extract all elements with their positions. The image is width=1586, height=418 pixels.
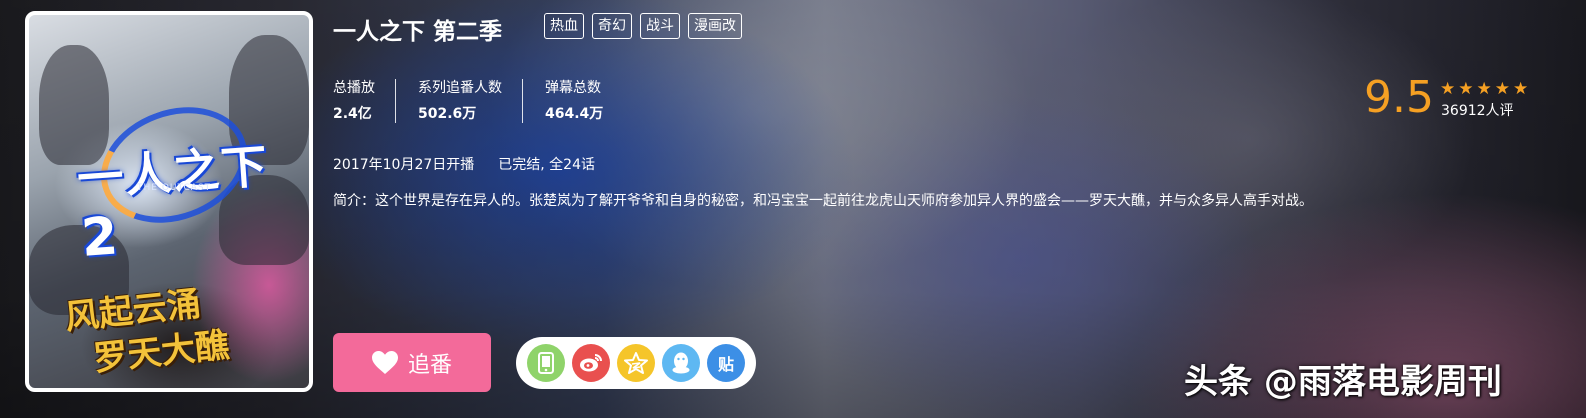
star-icon: ★ — [1458, 79, 1474, 99]
poster-logo-subtitle: THE OUTCAST — [137, 183, 212, 193]
rating-count: 36912人评 — [1441, 103, 1514, 119]
release-info: 2017年10月27日开播 已完结, 全24话 — [333, 154, 595, 174]
qq-icon[interactable] — [662, 344, 700, 382]
genre-tag[interactable]: 奇幻 — [592, 13, 632, 39]
star-icon: ★ — [1440, 79, 1456, 99]
tag-list: 热血 奇幻 战斗 漫画改 — [544, 13, 742, 39]
rating-score: 9.5 — [1364, 72, 1434, 123]
poster[interactable]: 一人之下2 THE OUTCAST 风起云涌 罗天大醮 — [25, 11, 313, 392]
stat-value: 502.6万 — [418, 106, 477, 122]
star-icon: ★ — [1513, 79, 1529, 99]
follow-button-label: 追番 — [407, 352, 452, 378]
release-date: 2017年10月27日开播 — [333, 157, 475, 173]
poster-logo-number: 2 — [79, 206, 122, 269]
star-icon: ★ — [1494, 79, 1510, 99]
qzone-icon[interactable] — [617, 344, 655, 382]
genre-tag[interactable]: 战斗 — [640, 13, 680, 39]
heart-icon — [371, 350, 398, 375]
watermark: 头条 @雨落电影周刊 — [1184, 362, 1502, 402]
phone-icon[interactable] — [527, 344, 565, 382]
rating-stars: ★ ★ ★ ★ ★ — [1440, 81, 1528, 98]
stat-label: 弹幕总数 — [545, 80, 601, 96]
genre-tag[interactable]: 热血 — [544, 13, 584, 39]
episode-status: 已完结, 全24话 — [498, 157, 595, 173]
synopsis: 简介：这个世界是存在异人的。张楚岚为了解开爷爷和自身的秘密，和冯宝宝一起前往龙虎… — [333, 193, 1313, 209]
stat-label: 总播放 — [333, 80, 375, 96]
page-title: 一人之下 第二季 — [333, 19, 503, 45]
star-icon: ★ — [1476, 79, 1492, 99]
stats-panel: 总播放 2.4亿 系列追番人数 502.6万 弹幕总数 464.4万 — [333, 79, 623, 123]
tieba-icon[interactable]: 贴 — [707, 344, 745, 382]
follow-button[interactable]: 追番 — [333, 333, 491, 392]
stat-label: 系列追番人数 — [418, 80, 502, 96]
poster-logo-text: 一人之下 — [75, 138, 271, 207]
stat-total-plays: 总播放 2.4亿 — [333, 79, 395, 123]
share-bar: 贴 — [516, 337, 756, 389]
stat-followers: 系列追番人数 502.6万 — [395, 79, 522, 123]
weibo-icon[interactable] — [572, 344, 610, 382]
stat-value: 464.4万 — [545, 106, 604, 122]
poster-logo: 一人之下2 — [75, 127, 309, 269]
stat-danmaku: 弹幕总数 464.4万 — [522, 79, 623, 123]
genre-tag[interactable]: 漫画改 — [688, 13, 742, 39]
stat-value: 2.4亿 — [333, 106, 372, 122]
